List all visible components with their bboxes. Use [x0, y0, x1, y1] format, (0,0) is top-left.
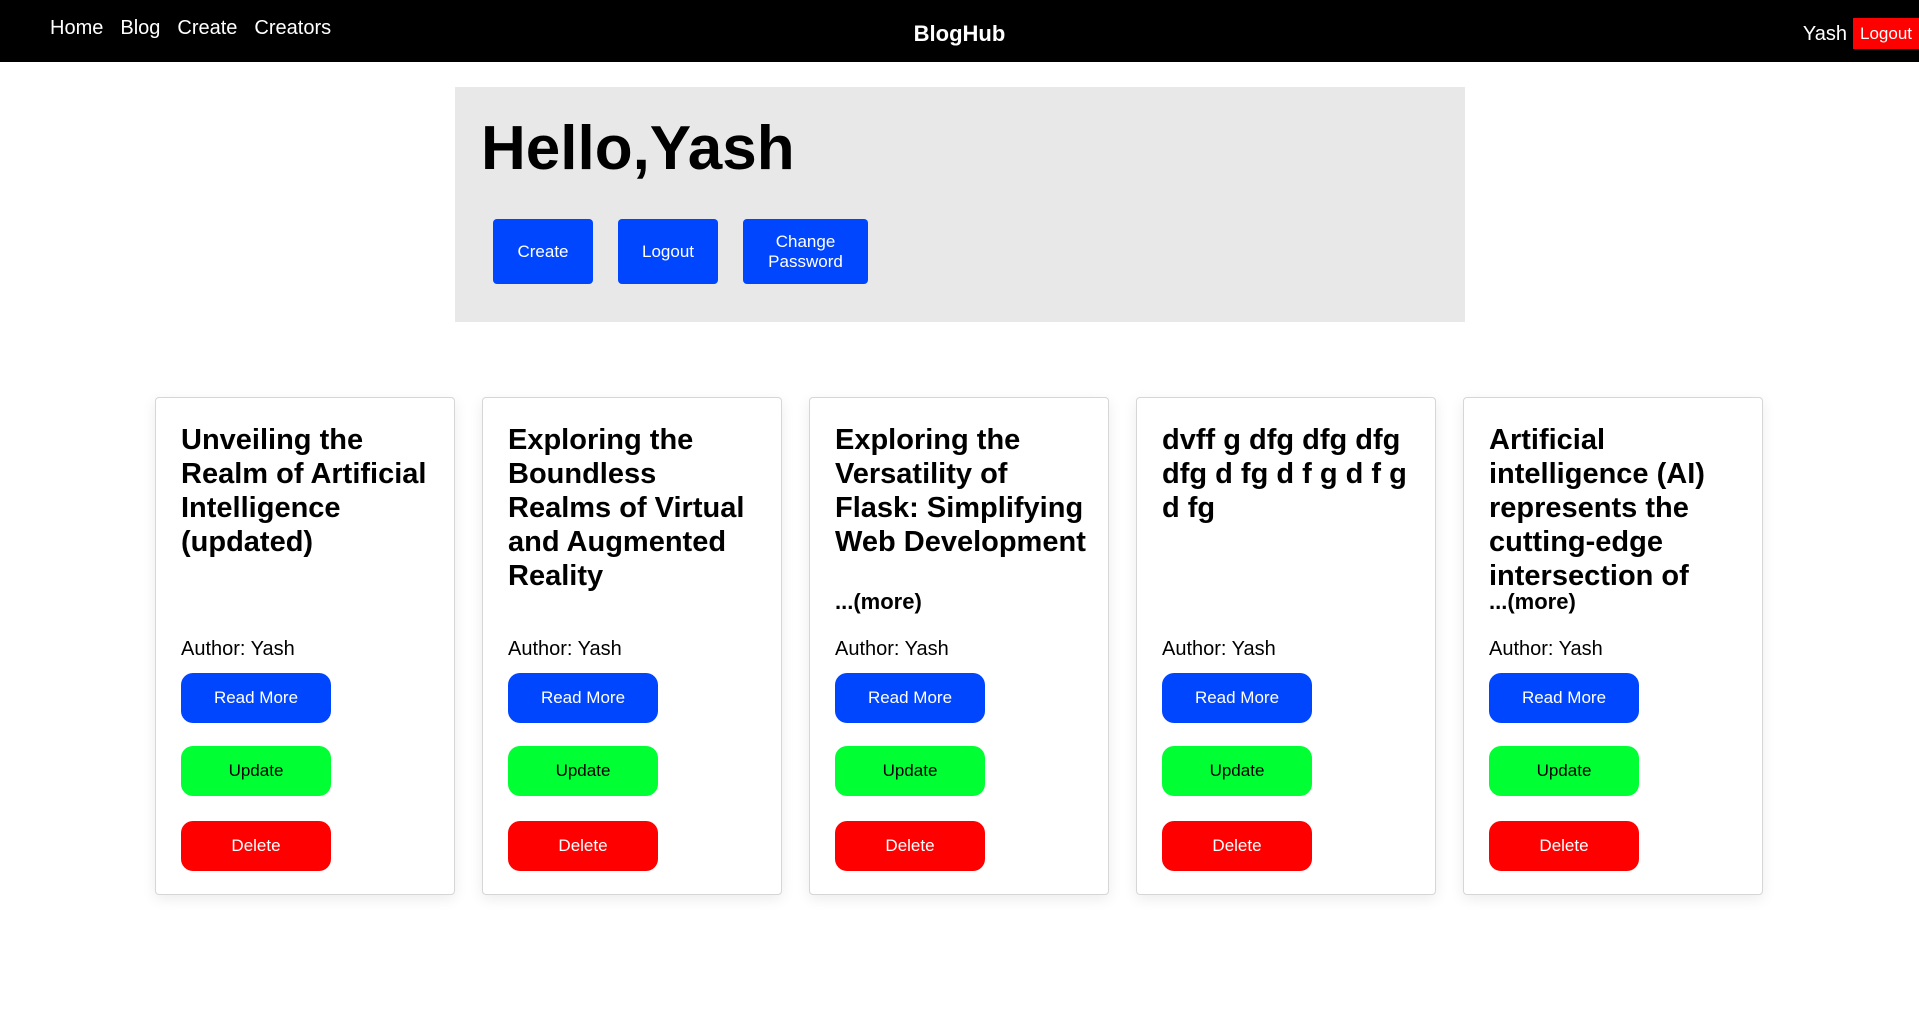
- post-more-link[interactable]: ...(more): [1489, 589, 1576, 615]
- update-button[interactable]: Update: [1489, 746, 1639, 796]
- logout-button[interactable]: Logout: [618, 219, 718, 284]
- post-title: Unveiling the Realm of Artificial Intell…: [181, 424, 427, 558]
- read-more-button[interactable]: Read More: [1162, 673, 1312, 723]
- post-author: Author: Yash: [1489, 638, 1603, 660]
- create-button[interactable]: Create: [493, 219, 593, 284]
- post-card: Unveiling the Realm of Artificial Intell…: [155, 397, 455, 895]
- update-button[interactable]: Update: [835, 746, 985, 796]
- post-title: Exploring the Versatility of Flask: Simp…: [835, 424, 1086, 558]
- nav-logout-button[interactable]: Logout: [1853, 18, 1919, 49]
- nav-user-area: Yash Logout: [1802, 18, 1919, 49]
- read-more-button[interactable]: Read More: [1489, 673, 1639, 723]
- post-title: Exploring the Boundless Realms of Virtua…: [508, 424, 745, 592]
- update-button[interactable]: Update: [181, 746, 331, 796]
- greeting-heading: Hello,Yash: [481, 114, 795, 183]
- delete-button[interactable]: Delete: [1489, 821, 1639, 871]
- welcome-panel: Hello,Yash Create Logout Change Password: [455, 87, 1465, 322]
- post-card: Exploring the Boundless Realms of Virtua…: [482, 397, 782, 895]
- delete-button[interactable]: Delete: [835, 821, 985, 871]
- read-more-button[interactable]: Read More: [835, 673, 985, 723]
- read-more-button[interactable]: Read More: [508, 673, 658, 723]
- post-card: dvff g dfg dfg dfg dfg d fg d f g d f g …: [1136, 397, 1436, 895]
- post-author: Author: Yash: [508, 638, 622, 660]
- post-author: Author: Yash: [835, 638, 949, 660]
- post-author: Author: Yash: [1162, 638, 1276, 660]
- post-card: Exploring the Versatility of Flask: Simp…: [809, 397, 1109, 895]
- post-title: Artificial intelligence (AI) represents …: [1489, 424, 1705, 592]
- top-navbar: Home Blog Create Creators BlogHub Yash L…: [0, 0, 1919, 62]
- read-more-button[interactable]: Read More: [181, 673, 331, 723]
- brand-title: BlogHub: [913, 21, 1006, 46]
- nav-username: Yash: [1802, 23, 1847, 45]
- change-password-button[interactable]: Change Password: [743, 219, 868, 284]
- delete-button[interactable]: Delete: [1162, 821, 1312, 871]
- post-more-link[interactable]: ...(more): [835, 589, 922, 615]
- post-title: dvff g dfg dfg dfg dfg d fg d f g d f g …: [1162, 424, 1407, 524]
- update-button[interactable]: Update: [508, 746, 658, 796]
- delete-button[interactable]: Delete: [508, 821, 658, 871]
- post-card: Artificial intelligence (AI) represents …: [1463, 397, 1763, 895]
- update-button[interactable]: Update: [1162, 746, 1312, 796]
- delete-button[interactable]: Delete: [181, 821, 331, 871]
- post-author: Author: Yash: [181, 638, 295, 660]
